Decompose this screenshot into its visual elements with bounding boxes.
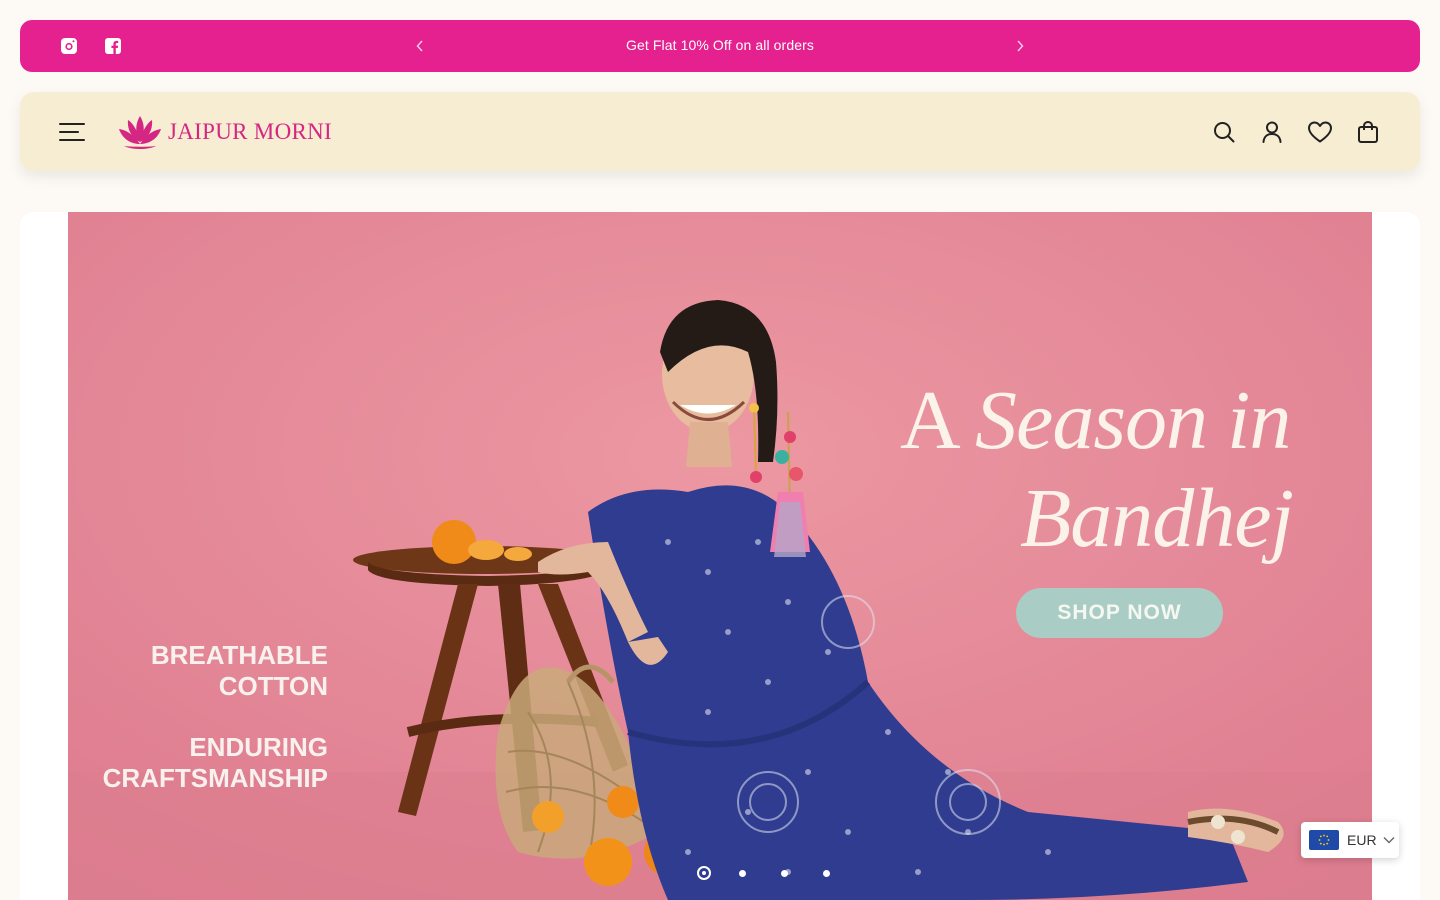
- carousel-dot-3[interactable]: [781, 869, 788, 877]
- hero-slide[interactable]: A Season in Bandhej SHOP NOW BREATHABLE …: [68, 212, 1372, 900]
- eu-flag-icon: [1309, 830, 1339, 850]
- feature-text: CRAFTSMANSHIP: [102, 763, 328, 793]
- feature-enduring-craftsmanship: ENDURING CRAFTSMANSHIP: [103, 732, 328, 794]
- shop-now-button[interactable]: SHOP NOW: [1016, 588, 1223, 638]
- feature-text: ENDURING: [189, 732, 328, 762]
- hero-carousel: A Season in Bandhej SHOP NOW BREATHABLE …: [20, 212, 1420, 900]
- hero-headline-word-a: A: [900, 374, 956, 467]
- announcement-prev-button[interactable]: [410, 35, 430, 57]
- feature-text: BREATHABLE: [150, 640, 328, 670]
- announcement-bar: Get Flat 10% Off on all orders: [20, 20, 1420, 72]
- hero-headline-season: Season in: [975, 374, 1291, 467]
- carousel-dot-1[interactable]: [697, 866, 711, 880]
- brand-name: JAIPUR MORNI: [168, 119, 332, 144]
- carousel-pagination: [697, 866, 865, 880]
- feature-text: COTTON: [218, 671, 328, 701]
- hero-headline-line-2: Bandhej: [1020, 472, 1294, 565]
- chevron-down-icon: [1383, 837, 1395, 844]
- announcement-message: Get Flat 10% Off on all orders: [626, 37, 814, 53]
- hero-headline-line-1: A Season in: [900, 372, 1291, 469]
- search-icon[interactable]: [1211, 119, 1237, 145]
- wishlist-icon[interactable]: [1307, 119, 1333, 145]
- currency-selector[interactable]: EUR: [1301, 822, 1399, 858]
- site-logo[interactable]: JAIPUR MORNI: [116, 112, 332, 152]
- announcement-next-button[interactable]: [1010, 35, 1030, 57]
- feature-breathable-cotton: BREATHABLE COTTON: [151, 640, 328, 702]
- lotus-logo-icon: [119, 116, 161, 149]
- carousel-dot-2[interactable]: [739, 869, 746, 877]
- carousel-dot-4[interactable]: [823, 869, 830, 877]
- bag-icon[interactable]: [1355, 119, 1381, 145]
- menu-icon[interactable]: [58, 120, 86, 144]
- account-icon[interactable]: [1259, 119, 1285, 145]
- facebook-icon[interactable]: [103, 36, 123, 56]
- currency-code: EUR: [1347, 832, 1377, 848]
- chevron-right-icon: [1017, 40, 1024, 52]
- chevron-left-icon: [416, 40, 423, 52]
- instagram-icon[interactable]: [59, 36, 79, 56]
- site-header: JAIPUR MORNI: [20, 92, 1420, 171]
